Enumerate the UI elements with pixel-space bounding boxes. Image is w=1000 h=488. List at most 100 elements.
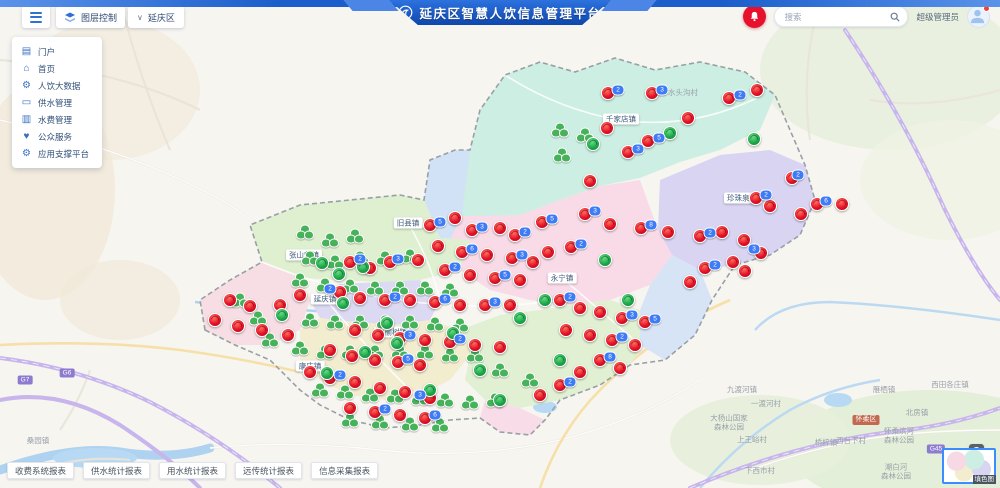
alarm-station-marker[interactable] xyxy=(583,328,597,342)
normal-station-marker[interactable] xyxy=(390,336,404,350)
alarm-station-marker[interactable] xyxy=(348,375,362,389)
count-badge[interactable]: 3 xyxy=(589,206,602,217)
alarm-station-marker[interactable] xyxy=(281,328,295,342)
normal-station-marker[interactable] xyxy=(320,366,334,380)
search-icon[interactable] xyxy=(890,12,900,22)
count-badge[interactable]: 2 xyxy=(612,85,625,96)
alarm-station-marker[interactable] xyxy=(661,225,675,239)
count-badge[interactable]: 3 xyxy=(392,254,405,265)
village-cluster-icon[interactable] xyxy=(346,229,364,244)
count-badge[interactable]: 2 xyxy=(616,332,629,343)
count-badge[interactable]: 2 xyxy=(564,377,577,388)
alarm-station-marker[interactable] xyxy=(373,381,387,395)
village-cluster-icon[interactable] xyxy=(553,148,571,163)
alarm-station-marker[interactable] xyxy=(431,239,445,253)
user-avatar[interactable] xyxy=(967,5,990,28)
count-badge[interactable]: 3 xyxy=(414,390,427,401)
village-cluster-icon[interactable] xyxy=(326,315,344,330)
normal-station-marker[interactable] xyxy=(538,293,552,307)
count-badge[interactable]: 2 xyxy=(324,284,337,295)
search-input[interactable] xyxy=(782,11,886,23)
alarm-station-marker[interactable] xyxy=(683,275,697,289)
count-badge[interactable]: 5 xyxy=(499,270,512,281)
count-badge[interactable]: 3 xyxy=(632,144,645,155)
alarm-station-marker[interactable] xyxy=(503,298,517,312)
alarm-station-marker[interactable] xyxy=(628,338,642,352)
district-selector[interactable]: ∨ 延庆区 xyxy=(128,6,184,28)
count-badge[interactable]: 6 xyxy=(429,410,442,421)
village-cluster-icon[interactable] xyxy=(311,383,329,398)
count-badge[interactable]: 2 xyxy=(709,260,722,271)
count-badge[interactable]: 5 xyxy=(402,354,415,365)
normal-station-marker[interactable] xyxy=(513,311,527,325)
alarm-station-marker[interactable] xyxy=(750,83,764,97)
report-button[interactable]: 用水统计报表 xyxy=(159,462,226,479)
alarm-station-marker[interactable] xyxy=(603,217,617,231)
alarm-station-marker[interactable] xyxy=(559,323,573,337)
username-label[interactable]: 超级管理员 xyxy=(916,11,959,23)
alarm-station-marker[interactable] xyxy=(583,174,597,188)
count-badge[interactable]: 2 xyxy=(454,334,467,345)
count-badge[interactable]: 2 xyxy=(354,254,367,265)
count-badge[interactable]: 6 xyxy=(820,196,833,207)
report-button[interactable]: 远传统计报表 xyxy=(235,462,302,479)
count-badge[interactable]: 2 xyxy=(449,262,462,273)
alarm-station-marker[interactable] xyxy=(303,365,317,379)
alarm-station-marker[interactable] xyxy=(493,340,507,354)
normal-station-marker[interactable] xyxy=(586,137,600,151)
normal-station-marker[interactable] xyxy=(621,293,635,307)
alarm-station-marker[interactable] xyxy=(513,273,527,287)
count-badge[interactable]: 2 xyxy=(564,292,577,303)
alarm-station-marker[interactable] xyxy=(208,313,222,327)
village-cluster-icon[interactable] xyxy=(436,393,454,408)
count-badge[interactable]: 5 xyxy=(434,217,447,228)
menu-item-water-fee[interactable]: ▥水费管理 xyxy=(12,111,102,128)
alarm-station-marker[interactable] xyxy=(794,207,808,221)
menu-item-portal[interactable]: ▤门户 xyxy=(12,43,102,60)
report-button[interactable]: 信息采集报表 xyxy=(311,462,378,479)
alarm-station-marker[interactable] xyxy=(343,401,357,415)
alarm-station-marker[interactable] xyxy=(255,323,269,337)
menu-item-app-platform[interactable]: ⚙应用支撑平台 xyxy=(12,145,102,162)
count-badge[interactable]: 3 xyxy=(656,85,669,96)
count-badge[interactable]: 3 xyxy=(476,222,489,233)
count-badge[interactable]: 8 xyxy=(645,220,658,231)
alarm-station-marker[interactable] xyxy=(371,328,385,342)
normal-station-marker[interactable] xyxy=(315,256,329,270)
alarm-station-marker[interactable] xyxy=(403,293,417,307)
alarm-station-marker[interactable] xyxy=(715,225,729,239)
count-badge[interactable]: 2 xyxy=(334,370,347,381)
alarm-station-marker[interactable] xyxy=(533,388,547,402)
basemap-switcher[interactable]: 填色图 xyxy=(942,448,996,484)
count-badge[interactable]: 2 xyxy=(575,239,588,250)
normal-station-marker[interactable] xyxy=(553,353,567,367)
village-cluster-icon[interactable] xyxy=(551,123,569,138)
alarm-station-marker[interactable] xyxy=(600,121,614,135)
alarm-station-marker[interactable] xyxy=(738,264,752,278)
alarm-station-marker[interactable] xyxy=(231,319,245,333)
count-badge[interactable]: 6 xyxy=(439,294,452,305)
count-badge[interactable]: 2 xyxy=(792,170,805,181)
alarm-station-marker[interactable] xyxy=(453,298,467,312)
normal-station-marker[interactable] xyxy=(598,253,612,267)
village-cluster-icon[interactable] xyxy=(416,281,434,296)
alarm-station-marker[interactable] xyxy=(593,305,607,319)
count-badge[interactable]: 5 xyxy=(649,314,662,325)
alarm-station-marker[interactable] xyxy=(613,361,627,375)
normal-station-marker[interactable] xyxy=(336,296,350,310)
village-cluster-icon[interactable] xyxy=(521,373,539,388)
village-cluster-icon[interactable] xyxy=(296,225,314,240)
count-badge[interactable]: 3 xyxy=(748,244,761,255)
count-badge[interactable]: 6 xyxy=(466,244,479,255)
menu-item-public-service[interactable]: ♥公众服务 xyxy=(12,128,102,145)
village-cluster-icon[interactable] xyxy=(321,233,339,248)
normal-station-marker[interactable] xyxy=(493,393,507,407)
alarm-button[interactable] xyxy=(743,5,766,28)
alarm-station-marker[interactable] xyxy=(413,358,427,372)
alarm-station-marker[interactable] xyxy=(323,343,337,357)
normal-station-marker[interactable] xyxy=(747,132,761,146)
village-cluster-icon[interactable] xyxy=(291,273,309,288)
count-badge[interactable]: 2 xyxy=(704,228,717,239)
alarm-station-marker[interactable] xyxy=(448,211,462,225)
report-button[interactable]: 供水统计报表 xyxy=(83,462,150,479)
